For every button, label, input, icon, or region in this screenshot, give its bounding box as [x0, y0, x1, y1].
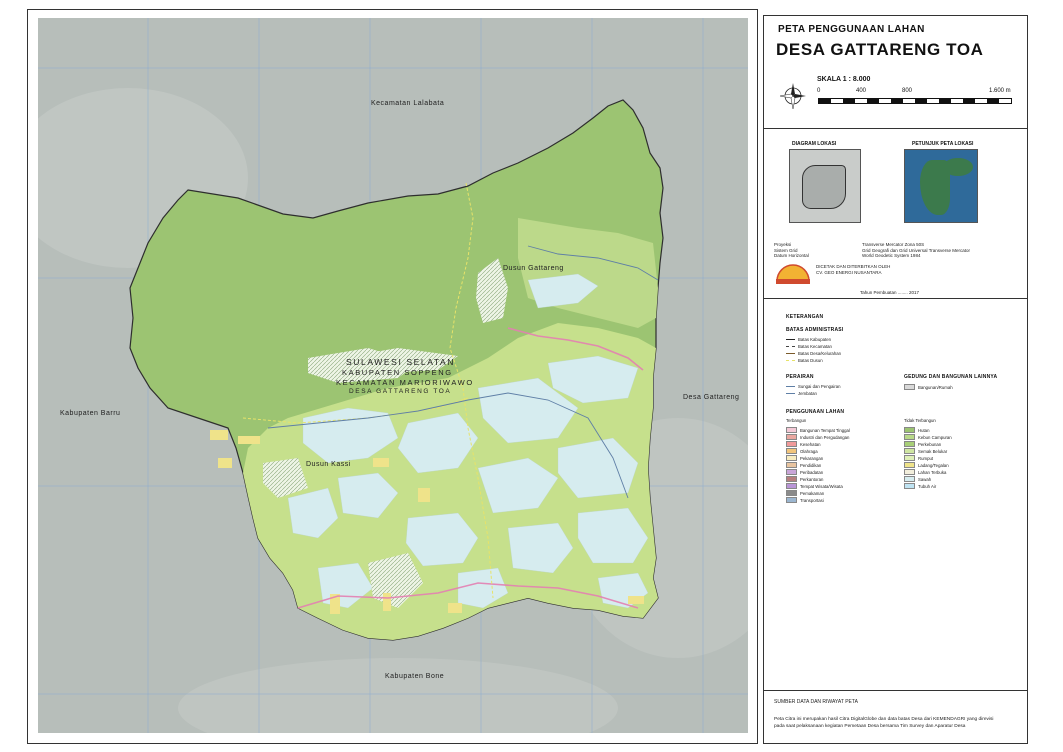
built-item: Transportasi [786, 497, 824, 503]
admin-item-0: Batas Kabupaten [786, 337, 831, 342]
legend-title: KETERANGAN [786, 314, 824, 320]
source-text-1: Peta Citra ini merupakan hasil Citra Dig… [774, 717, 994, 722]
water-item-1: Jembatan [786, 391, 817, 396]
building-item-0: Bangunan/Rumah [904, 384, 953, 390]
source-title: SUMBER DATA DAN RIWAYAT PETA [774, 699, 858, 705]
guide-title: PETUNJUK PETA LOKASI [912, 141, 974, 147]
scale-tick-2: 800 [902, 88, 913, 94]
admin-item-3: Batas Dusun [786, 358, 823, 363]
scale-tick-1: 400 [856, 88, 867, 94]
label-south: Kabupaten Bone [385, 673, 445, 680]
label-west: Kabupaten Barru [60, 410, 121, 417]
built-item: Olahraga [786, 448, 818, 454]
built-item: Peribadatan [786, 469, 823, 475]
legend-section: KETERANGAN BATAS ADMINISTRASI Batas Kabu… [764, 298, 1027, 691]
scale-label: SKALA 1 : 8.000 [817, 76, 871, 83]
landuse-title: PENGGUNAAN LAHAN [786, 409, 845, 415]
built-title: Terbangun [786, 418, 807, 423]
scale-tick-3: 1.600 m [989, 88, 1011, 94]
unbuilt-title: Tidak Terbangun [904, 418, 936, 423]
proj-row-2-val: World Geodetic System 1984 [862, 253, 921, 258]
map-subtitle: PETA PENGGUNAAN LAHAN [778, 24, 925, 35]
label-dusun-gattareng: Dusun Gattareng [503, 265, 564, 272]
publisher-line2: CV. GEO ENERGI NUSANTARA [816, 270, 882, 275]
unbuilt-item: Tubuh Air [904, 483, 936, 489]
source-text-2: pada saat pelaksanaan kegiatan Pemetaan … [774, 724, 966, 729]
admin-item-2: Batas Desa/Kelurahan [786, 351, 841, 356]
unbuilt-item: Sawah [904, 476, 931, 482]
built-item: Pemakaman [786, 490, 824, 496]
built-item: Kesehatan [786, 441, 821, 447]
map-title: DESA GATTARENG TOA [776, 40, 984, 59]
proj-row-0-key: Proyeksi [774, 242, 792, 247]
unbuilt-item: Perkebunan [904, 441, 941, 447]
inset-section: DIAGRAM LOKASI PETUNJUK PETA LOKASI Proy… [764, 128, 1027, 257]
scale-bar [818, 98, 1012, 104]
unbuilt-item: Hutan [904, 427, 929, 433]
source-section: SUMBER DATA DAN RIWAYAT PETA Peta Citra … [764, 690, 1027, 744]
water-item-0: Sungai dan Pengairan [786, 384, 841, 389]
building-title: GEDUNG DAN BANGUNAN LAINNYA [904, 374, 998, 380]
water-title: PERAIRAN [786, 374, 814, 380]
built-item: Pekarangan [786, 455, 823, 461]
scale-tick-0: 0 [817, 88, 821, 94]
built-item: Tempat Wisata/Wisata [786, 483, 843, 489]
built-item: Perkantoran [786, 476, 823, 482]
label-regency: KABUPATEN SOPPENG [342, 368, 453, 377]
unbuilt-item: Rumput [904, 455, 933, 461]
diagram-title: DIAGRAM LOKASI [792, 141, 837, 147]
label-province: SULAWESI SELATAN [346, 357, 456, 367]
unbuilt-item: Semak Belukar [904, 448, 947, 454]
label-north: Kecamatan Lalabata [371, 100, 445, 107]
unbuilt-item: Lahan Terbuka [904, 469, 946, 475]
unbuilt-item: Kebun Campuran [904, 434, 952, 440]
admin-title: BATAS ADMINISTRASI [786, 327, 844, 333]
label-district: KECAMATAN MARIORIWAWO [336, 378, 474, 387]
publisher-logo-icon [776, 264, 810, 284]
label-dusun-kassi: Dusun Kassi [306, 461, 351, 468]
map-canvas[interactable]: Kecamatan Lalabata Kabupaten Barru Desa … [38, 18, 748, 733]
admin-item-1: Batas Kecamatan [786, 344, 832, 349]
label-village: DESA GATTARENG TOA [349, 388, 452, 395]
label-east: Desa Gattareng [683, 394, 740, 401]
built-item: Bangunan Tempat Tinggal [786, 427, 850, 433]
publisher-line1: DICETAK DAN DITERBITKAN OLEH [816, 264, 891, 269]
diagram-inset [789, 149, 861, 223]
unbuilt-item: Ladang/Tegalan [904, 462, 949, 468]
year-label: Tahun Pembuatan ........ 2017 [860, 290, 920, 295]
proj-row-0-val: Transverse Mercator Zona 50S [862, 242, 925, 247]
built-item: Industri dan Pergudangan [786, 434, 849, 440]
map-info-panel: PETA PENGGUNAAN LAHAN DESA GATTARENG TOA… [763, 15, 1028, 744]
proj-row-2-key: Datum Horizontal [774, 253, 809, 258]
built-item: Pendidikan [786, 462, 821, 468]
north-arrow-icon [779, 83, 806, 110]
location-inset [904, 149, 978, 223]
